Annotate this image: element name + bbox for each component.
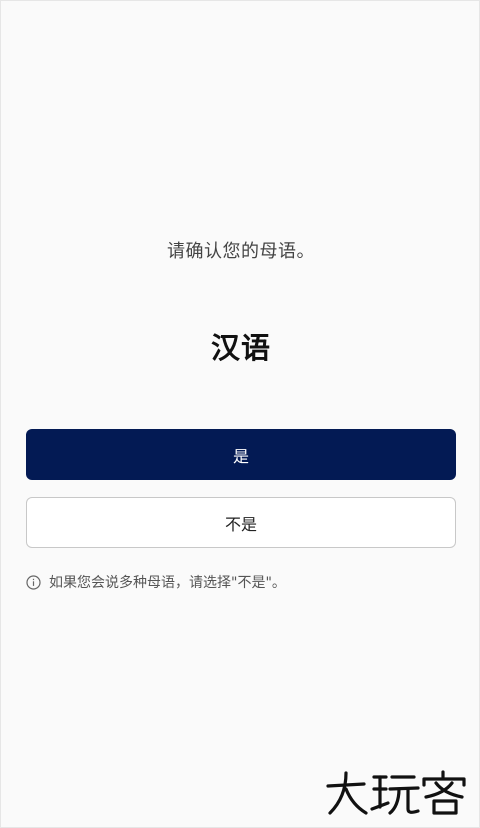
native-language-label: 汉语 (210, 331, 271, 365)
watermark-logo (324, 769, 469, 817)
no-button[interactable]: 不是 (26, 497, 456, 548)
no-button-label: 不是 (224, 514, 257, 534)
yes-button-label: 是 (232, 446, 249, 466)
prompt-text: 请确认您的母语。 (167, 241, 315, 262)
info-icon (26, 574, 41, 590)
screen: 请确认您的母语。 汉语 是 不是 如果您会说多种母语，请选择"不是"。 (0, 0, 480, 828)
hint-text: 如果您会说多种母语，请选择"不是"。 (49, 575, 286, 591)
hint-row: 如果您会说多种母语，请选择"不是"。 (26, 572, 286, 592)
yes-button[interactable]: 是 (26, 429, 456, 480)
